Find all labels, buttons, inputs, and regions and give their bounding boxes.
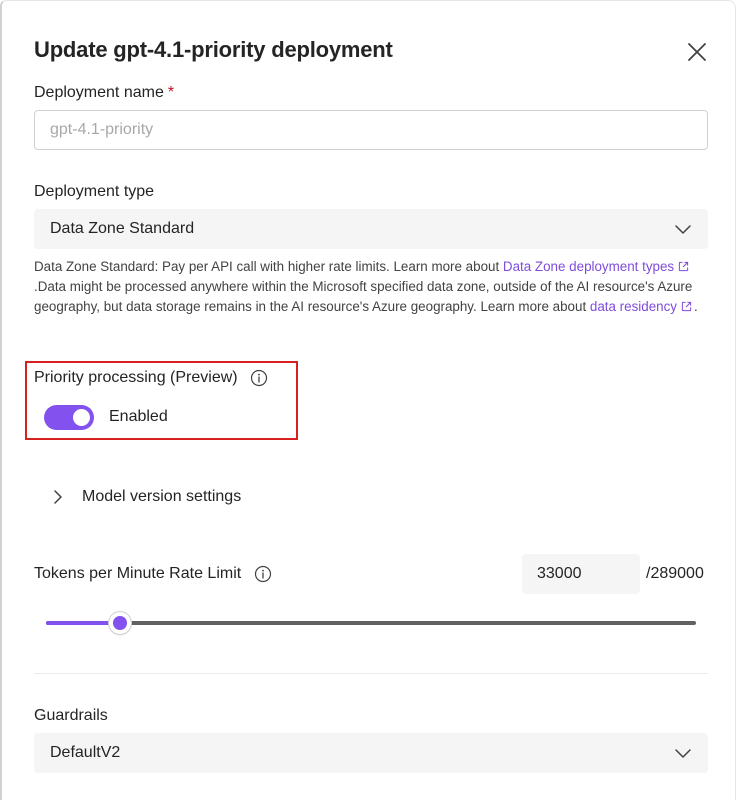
- guardrails-value: DefaultV2: [50, 744, 121, 761]
- close-icon: [688, 43, 706, 61]
- info-icon[interactable]: [254, 565, 272, 583]
- deployment-type-value: Data Zone Standard: [50, 220, 195, 237]
- deployment-name-label: Deployment name *: [34, 84, 174, 102]
- chevron-right-icon: [54, 490, 62, 504]
- deployment-name-label-text: Deployment name: [34, 84, 164, 101]
- model-version-settings-label: Model version settings: [82, 488, 242, 505]
- deployment-types-link-text: Data Zone deployment types: [502, 259, 675, 274]
- tpm-value-input[interactable]: [522, 554, 640, 594]
- close-button[interactable]: [682, 37, 712, 67]
- description-prefix: Data Zone Standard: Pay per API call wit…: [34, 259, 503, 274]
- update-deployment-panel: Update gpt-4.1-priority deployment Deplo…: [0, 0, 736, 800]
- required-marker: *: [167, 84, 175, 101]
- priority-processing-label: Priority processing (Preview): [34, 369, 238, 386]
- dialog-title: Update gpt-4.1-priority deployment: [34, 37, 393, 62]
- toggle-knob: [73, 409, 90, 426]
- tpm-max-label: /289000: [646, 565, 704, 582]
- external-link-icon: [681, 301, 692, 312]
- slider-thumb[interactable]: [109, 612, 132, 634]
- data-residency-link[interactable]: data residency: [590, 299, 694, 314]
- chevron-down-icon: [675, 225, 691, 234]
- external-link-icon: [678, 261, 689, 272]
- slider-rail: [46, 621, 696, 625]
- data-residency-link-text: data residency: [589, 299, 677, 314]
- info-icon[interactable]: [250, 369, 268, 387]
- model-version-settings-expander[interactable]: Model version settings: [50, 485, 241, 509]
- section-divider: [34, 673, 708, 674]
- chevron-down-icon: [675, 749, 691, 758]
- deployment-name-input[interactable]: [34, 110, 708, 150]
- guardrails-dropdown[interactable]: DefaultV2: [34, 733, 708, 773]
- guardrails-label: Guardrails: [34, 707, 108, 724]
- description-suffix: .: [693, 299, 698, 314]
- priority-processing-toggle[interactable]: [44, 405, 94, 430]
- deployment-types-link[interactable]: Data Zone deployment types: [503, 259, 691, 274]
- toggle-state-label: Enabled: [109, 408, 168, 425]
- deployment-type-label: Deployment type: [34, 183, 155, 200]
- deployment-type-dropdown[interactable]: Data Zone Standard: [34, 209, 708, 249]
- tpm-label: Tokens per Minute Rate Limit: [34, 565, 242, 582]
- deployment-type-description: Data Zone Standard: Pay per API call wit…: [34, 257, 708, 317]
- tpm-slider[interactable]: [46, 609, 696, 637]
